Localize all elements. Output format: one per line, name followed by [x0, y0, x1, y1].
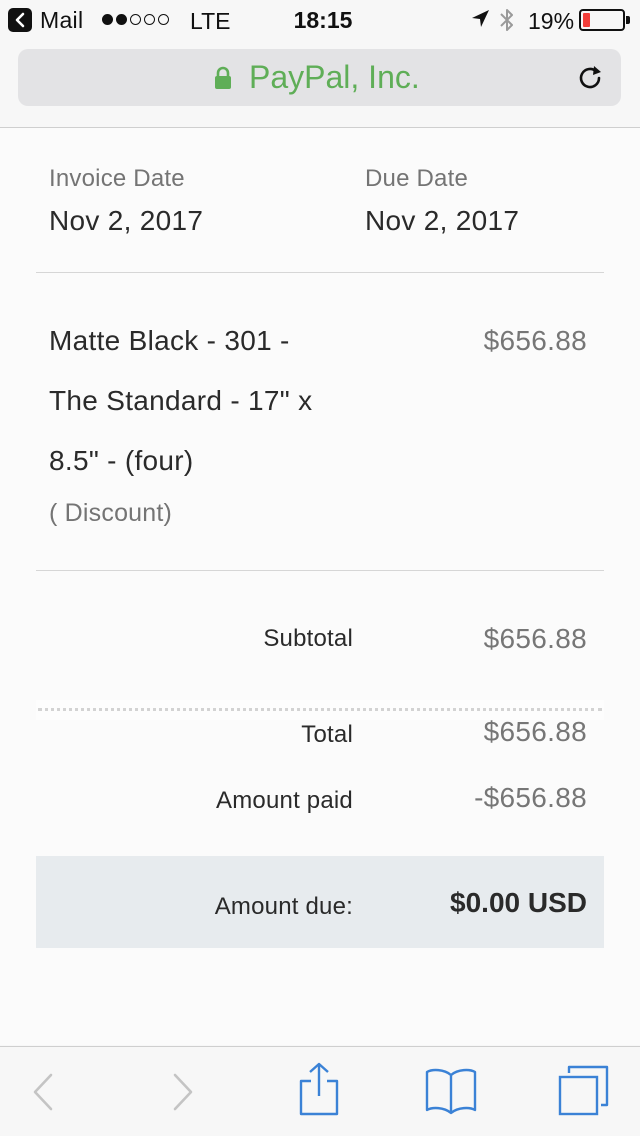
divider — [36, 272, 604, 273]
battery-percent: 19% — [528, 8, 575, 34]
amount-due-label: Amount due: — [214, 893, 353, 920]
amount-paid-value: -$656.88 — [474, 782, 587, 813]
lock-icon — [215, 66, 231, 89]
site-name[interactable]: PayPal, Inc. — [249, 59, 420, 96]
forward-arrow-icon[interactable] — [170, 1072, 196, 1112]
total-label: Total — [301, 721, 353, 748]
subtotal-label: Subtotal — [263, 625, 353, 652]
bluetooth-icon — [500, 9, 513, 31]
item-description-line: 8.5" - (four) — [49, 445, 194, 476]
subtotal-value: $656.88 — [483, 623, 587, 654]
amount-paid-label: Amount paid — [216, 787, 353, 814]
location-arrow-icon — [472, 10, 489, 27]
tabs-icon[interactable] — [557, 1065, 609, 1117]
bookmarks-icon[interactable] — [424, 1067, 478, 1115]
invoice-page: Invoice Date Nov 2, 2017 Due Date Nov 2,… — [0, 128, 640, 1045]
item-price: $656.88 — [483, 325, 587, 356]
due-date-value: Nov 2, 2017 — [365, 205, 520, 236]
invoice-date-label: Invoice Date — [49, 165, 185, 192]
item-description-line: The Standard - 17" x — [49, 385, 313, 416]
due-date-label: Due Date — [365, 165, 468, 192]
back-arrow-icon[interactable] — [30, 1072, 56, 1112]
address-bar[interactable]: PayPal, Inc. — [18, 49, 621, 106]
browser-toolbar — [0, 1047, 640, 1136]
battery-level-fill — [583, 13, 590, 27]
battery-icon — [579, 9, 630, 31]
total-value: $656.88 — [483, 716, 587, 747]
item-discount-note: ( Discount) — [49, 499, 173, 527]
status-bar: Mail LTE 18:15 19% — [0, 0, 640, 40]
invoice-date-value: Nov 2, 2017 — [49, 205, 204, 236]
divider — [36, 570, 604, 571]
reload-icon[interactable] — [575, 63, 605, 93]
item-description-line: Matte Black - 301 - — [49, 325, 290, 356]
amount-due-value: $0.00 USD — [450, 887, 587, 918]
share-icon[interactable] — [297, 1061, 341, 1117]
battery-nub — [626, 16, 630, 24]
amount-due-box: Amount due: $0.00 USD — [36, 856, 604, 948]
